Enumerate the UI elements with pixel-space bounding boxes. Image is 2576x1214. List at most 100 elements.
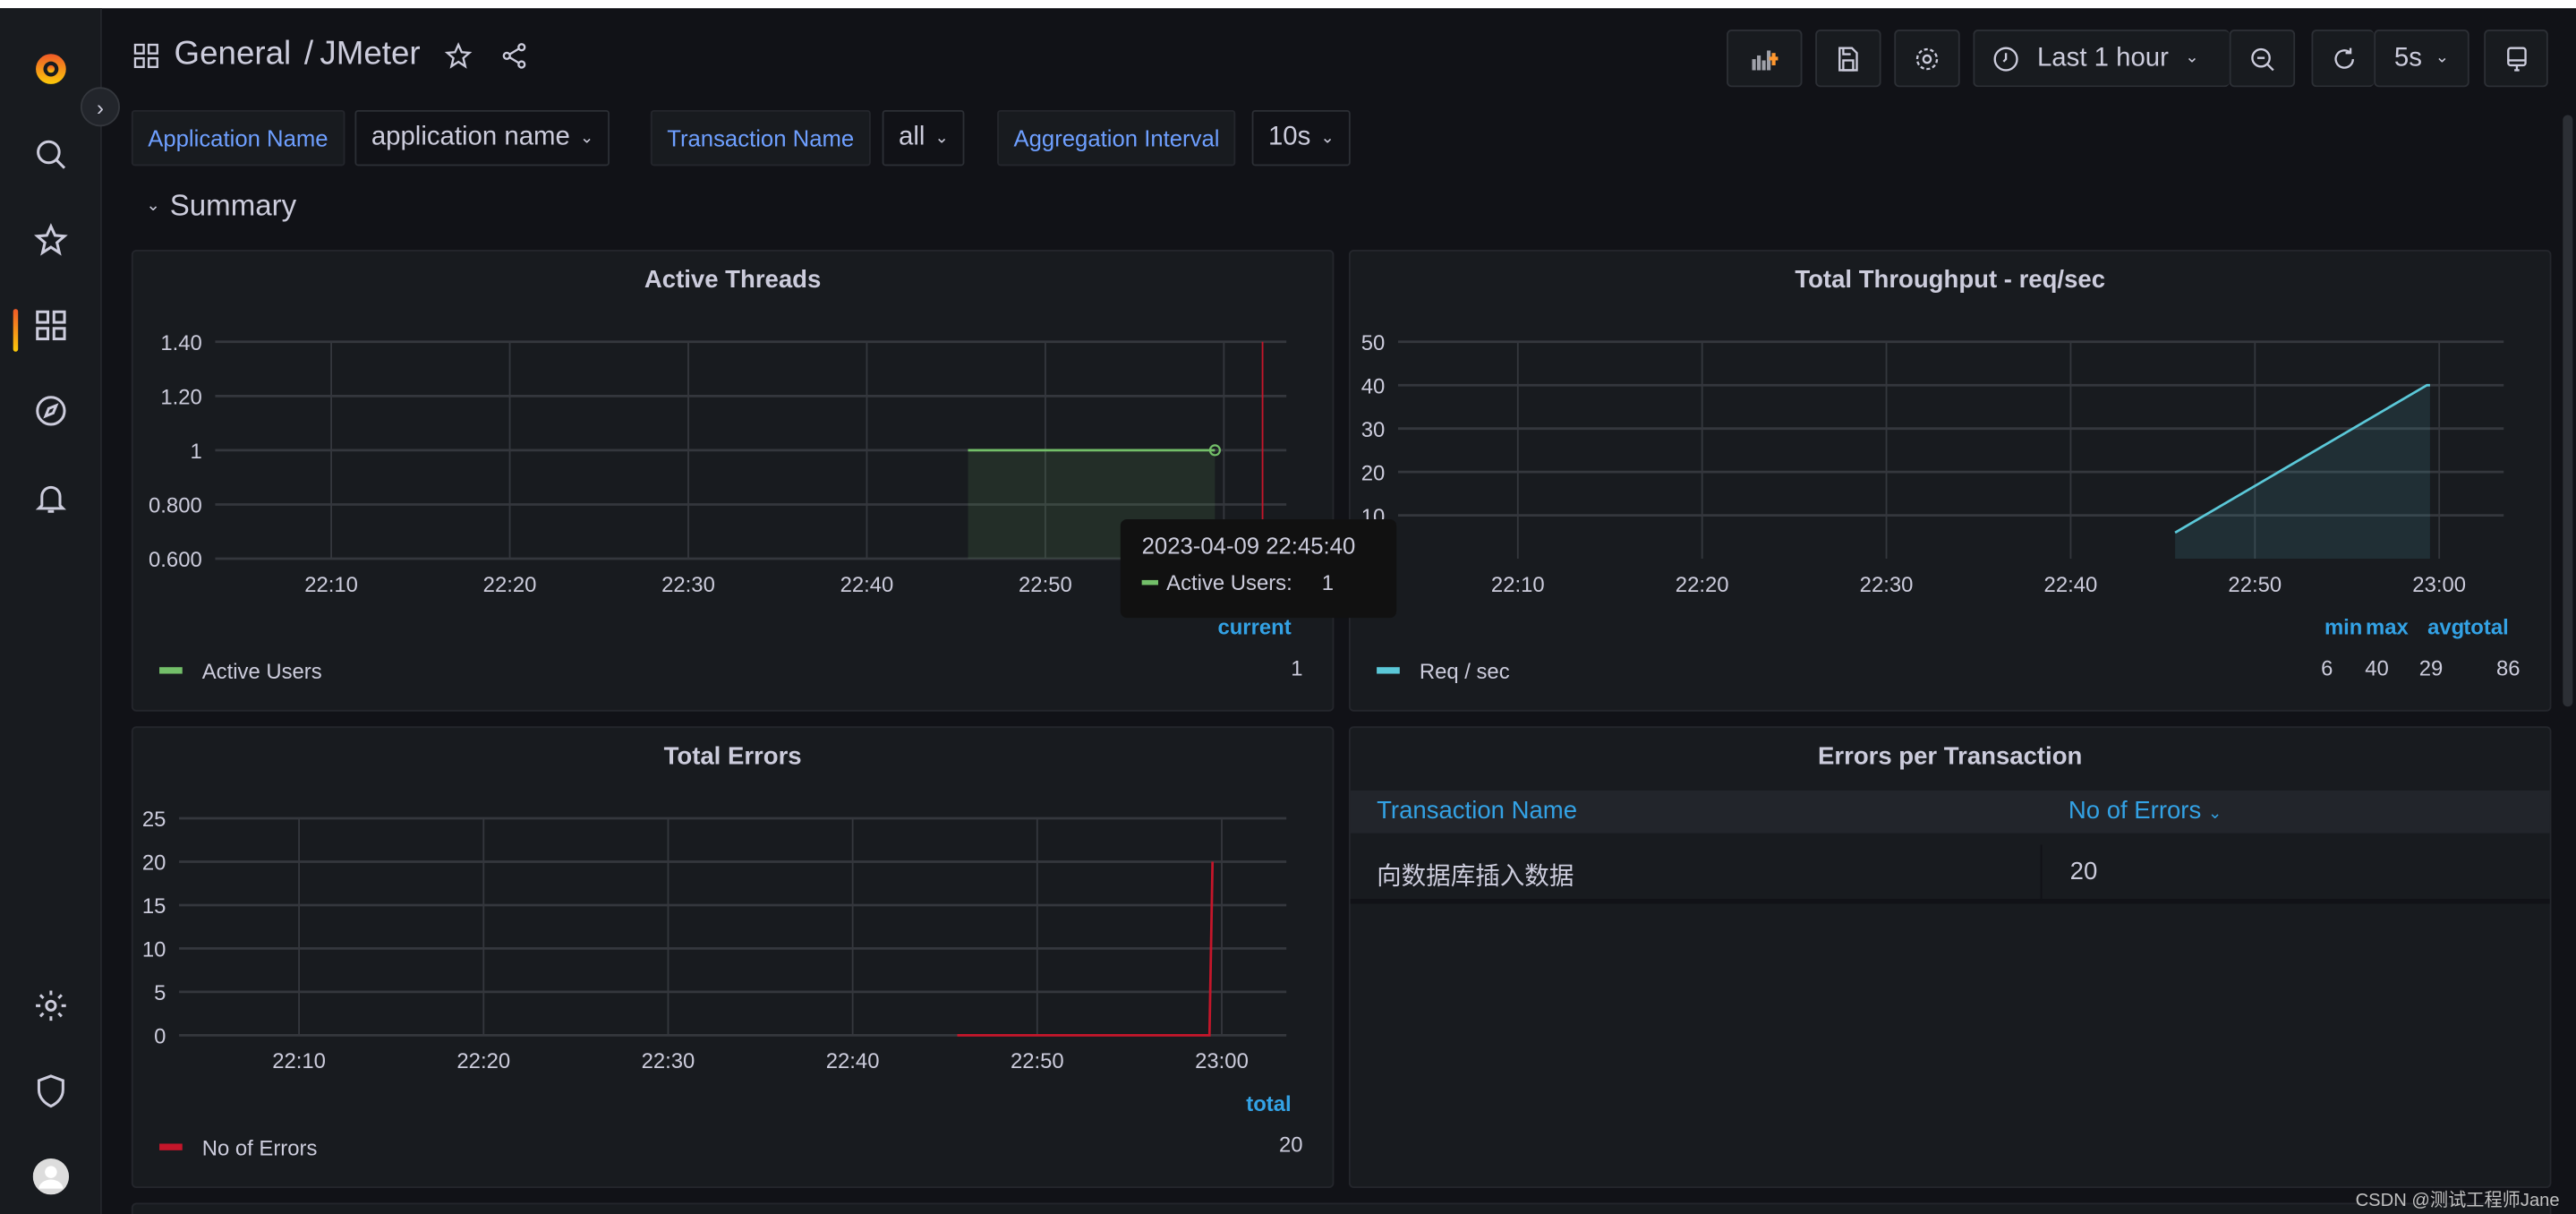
y-tick-label: 20 (142, 851, 166, 876)
y-tick-label: 0.600 (149, 548, 202, 572)
save-dashboard-button[interactable] (1815, 30, 1881, 88)
y-tick-label: 5 (154, 981, 166, 1005)
zoom-out-icon (2251, 47, 2274, 71)
share-icon[interactable] (499, 40, 529, 70)
panel-title: Total Errors (663, 742, 802, 771)
variable-select-transaction-name[interactable]: all ⌄ (882, 109, 966, 167)
clock-icon (1993, 46, 2018, 71)
legend-value-total: 86 (2496, 655, 2521, 680)
table-header: Transaction Name No of Errors ⌄ (1350, 790, 2550, 834)
x-tick-label: 22:20 (483, 573, 537, 597)
chevron-down-icon: ⌄ (2185, 49, 2199, 68)
refresh-interval-label: 5s (2393, 43, 2422, 72)
cell-transaction-name: 向数据库插入数据 (1377, 862, 1574, 891)
dashboards-icon[interactable] (30, 304, 73, 347)
variable-select-aggregation-interval[interactable]: 10s ⌄ (1251, 109, 1352, 167)
legend-header-max[interactable]: max (2366, 614, 2409, 639)
chevron-down-icon: ⌄ (2435, 49, 2450, 68)
legend-swatch (159, 667, 183, 674)
row-toggle-summary[interactable]: ⌄ Summary (146, 189, 296, 224)
dashboard-settings-button[interactable] (1894, 30, 1960, 88)
column-header-label: No of Errors (2068, 797, 2202, 825)
column-header-transaction-name[interactable]: Transaction Name (1377, 797, 1577, 825)
panel-errors-per-transaction[interactable]: Errors per Transaction Transaction Name … (1348, 726, 2552, 1189)
active-indicator (13, 309, 19, 352)
panel-title: Errors per Transaction (1818, 742, 2083, 771)
throughput-chart[interactable]: 102030405022:10 22:20 22:30 22:40 22:50 23:00 (1351, 317, 2554, 612)
tv-mode-button[interactable] (2484, 30, 2548, 88)
legend-item[interactable]: Active Users 1 (159, 655, 1306, 685)
x-tick-label: 22:50 (1019, 573, 1072, 597)
chevron-down-icon: ⌄ (579, 129, 594, 148)
shield-icon[interactable] (30, 1070, 73, 1113)
scrollbar[interactable] (2563, 115, 2573, 707)
panel-total-throughput[interactable]: Total Throughput - req/sec 10 20 30 40 50 22:… (1348, 249, 2554, 712)
x-tick-label: 22:20 (1676, 573, 1729, 597)
variable-label-application-name: Application Name (131, 109, 345, 167)
add-panel-button[interactable] (1727, 30, 1803, 88)
tooltip-series: Active Users: (1166, 569, 1292, 595)
x-tick-label: 22:40 (2044, 573, 2098, 597)
star-icon[interactable] (443, 40, 473, 70)
total-errors-chart[interactable]: 0 5 10 15 20 25 22:10 22:20 22:30 22:40 22:50 23:00 (133, 794, 1336, 1090)
x-tick-label: 22:30 (661, 573, 715, 597)
x-tick-label: 22:40 (826, 1049, 880, 1073)
sort-desc-icon: ⌄ (2207, 805, 2222, 824)
gear-icon[interactable] (30, 984, 73, 1027)
add-panel-icon (1752, 49, 1778, 70)
save-icon (1838, 46, 1858, 71)
variable-value: application name (371, 123, 570, 151)
explore-compass-icon[interactable] (30, 389, 73, 432)
sidebar (0, 8, 102, 1214)
time-picker[interactable]: Last 1 hour ⌄ (1973, 30, 2230, 88)
column-header-no-of-errors[interactable]: No of Errors ⌄ (2068, 797, 2222, 825)
y-tick-label: 30 (1361, 418, 1386, 442)
cell-no-of-errors: 20 (2069, 858, 2098, 886)
breadcrumb-folder[interactable]: General (175, 36, 292, 73)
page-title: JMeter (320, 36, 421, 73)
legend-value-min: 6 (2321, 655, 2333, 680)
alerting-bell-icon[interactable] (30, 476, 73, 519)
y-tick-label: 20 (1361, 461, 1386, 485)
star-icon[interactable] (30, 218, 73, 261)
avatar[interactable] (30, 1155, 73, 1198)
chart-tooltip: 2023-04-09 22:45:40 Active Users: 1 (1120, 519, 1397, 619)
x-tick-label: 22:10 (272, 1049, 326, 1073)
legend-item[interactable]: Req / sec 6 40 29 86 (1377, 655, 2523, 685)
legend-value-max: 40 (2365, 655, 2389, 680)
column-divider (2040, 844, 2043, 901)
gear-icon (1915, 47, 1939, 70)
expand-sidebar-button[interactable]: › (80, 87, 120, 127)
refresh-button[interactable] (2311, 30, 2375, 88)
zoom-out-button[interactable] (2229, 30, 2296, 88)
legend-value-avg: 29 (2418, 655, 2444, 680)
search-icon[interactable] (30, 133, 73, 176)
refresh-interval-picker[interactable]: 5s ⌄ (2374, 30, 2469, 88)
legend-item[interactable]: No of Errors 20 (159, 1133, 1306, 1162)
chevron-down-icon: ⌄ (934, 129, 949, 148)
legend-value: 20 (1278, 1132, 1303, 1158)
table-row: 向数据库插入数据 20 (1350, 838, 2550, 904)
legend-header-min[interactable]: min (2324, 614, 2362, 639)
legend-label: Req / sec (1419, 658, 1510, 683)
panel-active-threads[interactable]: Active Threads 0.600 0.800 1 1.20 1.40 22:10 2… (131, 249, 1335, 712)
y-tick-label: 15 (142, 894, 166, 919)
variable-value: all (898, 123, 925, 151)
x-tick-label: 23:00 (2412, 573, 2466, 597)
breadcrumb: General / JMeter (132, 36, 529, 73)
legend-header-total[interactable]: total (1246, 1091, 1291, 1116)
panel-title: Total Throughput - req/sec (1795, 266, 2106, 295)
grafana-logo-icon[interactable] (30, 47, 73, 90)
legend-header-avg[interactable]: avg (2427, 614, 2464, 639)
time-range-label: Last 1 hour (2036, 43, 2169, 72)
tooltip-swatch (1141, 579, 1158, 586)
y-tick-label: 1.40 (160, 331, 201, 355)
y-tick-label: 10 (142, 938, 166, 962)
y-tick-label: 0 (154, 1025, 166, 1049)
panel-total-errors[interactable]: Total Errors 0 5 10 15 20 25 22:10 22:20 22:30 22… (131, 726, 1336, 1189)
variable-select-application-name[interactable]: application name ⌄ (354, 109, 610, 167)
y-tick-label: 25 (142, 808, 166, 832)
legend-header-current[interactable]: current (1217, 614, 1291, 639)
row-title: Summary (169, 189, 297, 222)
legend-header-total[interactable]: total (2463, 614, 2508, 639)
